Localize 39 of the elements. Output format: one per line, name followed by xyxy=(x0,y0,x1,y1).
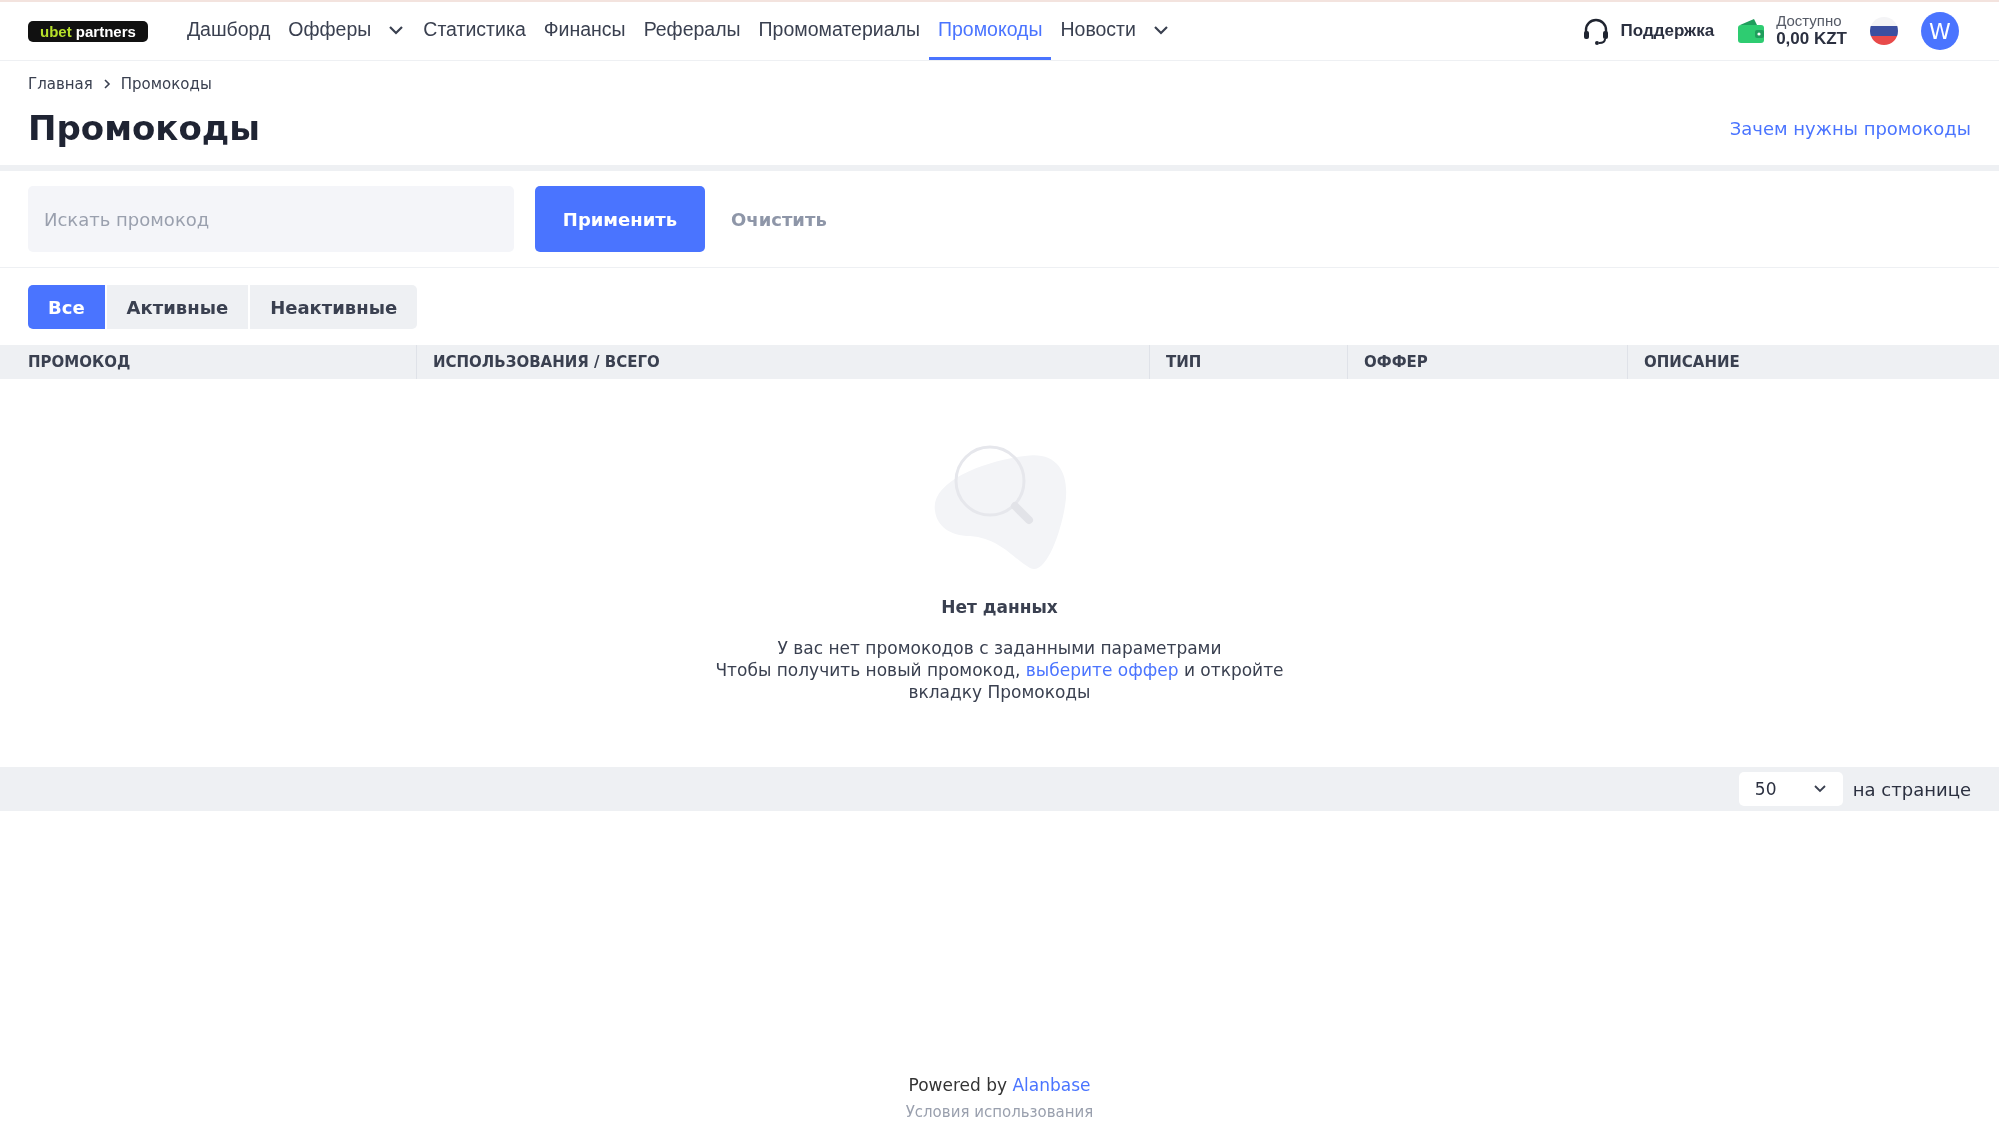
breadcrumb-current: Промокоды xyxy=(120,75,212,93)
powered-by-text: Powered by xyxy=(908,1075,1007,1095)
column-header: ОФФЕР xyxy=(1364,353,1428,371)
column-header: ОПИСАНИЕ xyxy=(1644,353,1740,371)
logo[interactable]: ubet partners xyxy=(28,20,148,42)
page-title: Промокоды xyxy=(28,108,260,148)
empty-message: У вас нет промокодов с заданными параметрами Чтобы получить новый промокод, выберите оффер и откройте вкладку Промокоды xyxy=(715,637,1284,703)
nav-tab[interactable]: Новости xyxy=(1051,2,1179,60)
breadcrumb-link[interactable]: Главная xyxy=(28,75,93,93)
column-header: ИСПОЛЬЗОВАНИЯ / ВСЕГО xyxy=(433,353,660,371)
nav-tab[interactable]: Промокоды xyxy=(928,2,1052,60)
help-link[interactable]: Зачем нужны промокоды xyxy=(1729,117,1971,139)
column-header: ПРОМОКОД xyxy=(28,353,131,371)
nav-tab[interactable]: Статистика xyxy=(414,2,535,60)
filter-tab[interactable]: Активные xyxy=(106,285,249,329)
nav-tab[interactable]: Дашборд xyxy=(177,2,280,60)
balance-label: Доступно xyxy=(1776,13,1843,30)
choose-offer-link[interactable]: выберите оффер xyxy=(1025,660,1179,680)
chevron-down-icon xyxy=(1151,23,1170,36)
wallet-icon xyxy=(1736,17,1767,45)
chevron-down-icon xyxy=(387,23,406,36)
alanbase-link[interactable]: Alanbase xyxy=(1012,1075,1091,1095)
balance-amount: 0,00 KZT xyxy=(1776,29,1847,49)
nav-tab[interactable]: Промоматериалы xyxy=(749,2,929,60)
flag-icon[interactable] xyxy=(1869,16,1899,46)
per-page-select[interactable]: 50 xyxy=(1738,772,1843,806)
nav-tab[interactable]: Рефералы xyxy=(634,2,750,60)
empty-title: Нет данных xyxy=(941,597,1058,617)
filter-tab[interactable]: Все xyxy=(28,285,105,329)
nav-tab[interactable]: Офферы xyxy=(279,2,415,60)
nav-tab[interactable]: Финансы xyxy=(534,2,635,60)
filter-tab[interactable]: Неактивные xyxy=(250,285,418,329)
user-avatar[interactable]: W xyxy=(1921,12,1959,50)
support-link[interactable]: Поддержка xyxy=(1580,16,1715,46)
apply-button[interactable]: Применить xyxy=(535,186,705,252)
per-page-label: на странице xyxy=(1852,778,1971,800)
search-field[interactable]: Искать промокод xyxy=(28,186,514,252)
chevron-down-icon xyxy=(1812,784,1827,794)
column-header: ТИП xyxy=(1166,353,1202,371)
